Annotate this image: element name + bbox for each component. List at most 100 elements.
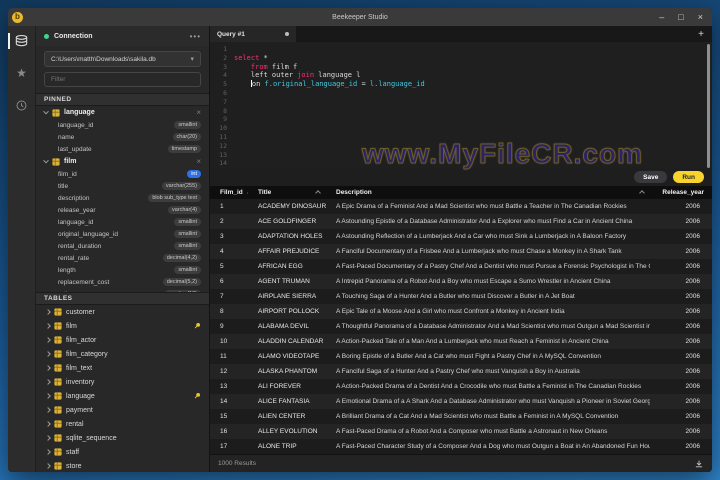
pinned-entity-header[interactable]: language × (36, 106, 209, 119)
cell-film-id[interactable]: 16 (210, 428, 248, 435)
code-area[interactable]: select * from film f left outer join lan… (230, 42, 712, 168)
pinned-column-row[interactable]: title varchar(255) (36, 180, 209, 192)
cell-description[interactable]: A Fast-Paced Character Study of a Compos… (326, 443, 650, 450)
pinned-column-row[interactable]: language_id smallint (36, 216, 209, 228)
cell-description[interactable]: A Action-Packed Tale of a Man And a Lumb… (326, 338, 650, 345)
sidebar-table-sqlite_sequence[interactable]: sqlite_sequence (36, 431, 209, 445)
cell-title[interactable]: ALADDIN CALENDAR (248, 338, 326, 345)
pinned-entity-header[interactable]: film × (36, 155, 209, 168)
pinned-column-row[interactable]: description blob sub_type text (36, 192, 209, 204)
pinned-column-row[interactable]: language_id smallint (36, 119, 209, 131)
result-row[interactable]: 3 ADAPTATION HOLES A Astounding Reflection… (210, 229, 712, 244)
result-row[interactable]: 1 ACADEMY DINOSAUR A Epic Drama of a Femin… (210, 199, 712, 214)
sort-icon[interactable] (639, 189, 645, 196)
cell-title[interactable]: ALIEN CENTER (248, 413, 326, 420)
database-select[interactable]: C:\Users\matth\Downloads\sakila.db ▾ (44, 51, 201, 67)
cell-title[interactable]: AIRPORT POLLOCK (248, 308, 326, 315)
cell-description[interactable]: A Epic Drama of a Feminist And a Mad Sci… (326, 203, 650, 210)
unpin-close-icon[interactable]: × (196, 108, 201, 117)
chevron-right-icon[interactable] (45, 435, 51, 441)
cell-title[interactable]: ACADEMY DINOSAUR (248, 203, 326, 210)
new-tab-button[interactable]: + (690, 26, 712, 42)
cell-title[interactable]: ALONE TRIP (248, 443, 326, 450)
cell-film-id[interactable]: 1 (210, 203, 248, 210)
sidebar-table-film_category[interactable]: film_category (36, 347, 209, 361)
cell-release-year[interactable]: 2006 (650, 368, 712, 375)
cell-description[interactable]: A Boring Epistle of a Butler And a Cat w… (326, 353, 650, 360)
column-header-film_id[interactable]: Film_id (210, 189, 248, 196)
close-button[interactable]: × (698, 12, 703, 22)
cell-release-year[interactable]: 2006 (650, 323, 712, 330)
run-button[interactable]: Run (673, 171, 704, 183)
chevron-right-icon[interactable] (45, 323, 51, 329)
cell-title[interactable]: AFFAIR PREJUDICE (248, 248, 326, 255)
cell-film-id[interactable]: 7 (210, 293, 248, 300)
cell-release-year[interactable]: 2006 (650, 383, 712, 390)
rail-favorites-button[interactable]: ★ (8, 62, 36, 84)
cell-film-id[interactable]: 17 (210, 443, 248, 450)
column-header-description[interactable]: Description (326, 189, 650, 196)
cell-release-year[interactable]: 2006 (650, 278, 712, 285)
cell-film-id[interactable]: 4 (210, 248, 248, 255)
result-row[interactable]: 7 AIRPLANE SIERRA A Touching Saga of a Hun… (210, 289, 712, 304)
sidebar-table-language[interactable]: language (36, 389, 209, 403)
cell-release-year[interactable]: 2006 (650, 353, 712, 360)
result-row[interactable]: 12 ALASKA PHANTOM A Fanciful Saga of a Hun… (210, 364, 712, 379)
cell-film-id[interactable]: 15 (210, 413, 248, 420)
sql-editor[interactable]: 1 2 3 4 5 6 7 8 9 10 11 12 13 14 select * from film f… (210, 42, 712, 168)
cell-title[interactable]: ALLEY EVOLUTION (248, 428, 326, 435)
cell-description[interactable]: A Action-Packed Drama of a Dentist And a… (326, 383, 650, 390)
cell-film-id[interactable]: 8 (210, 308, 248, 315)
cell-release-year[interactable]: 2006 (650, 203, 712, 210)
connection-menu-button[interactable]: ••• (190, 32, 201, 41)
cell-release-year[interactable]: 2006 (650, 413, 712, 420)
cell-description[interactable]: A Fanciful Saga of a Hunter And a Pastry… (326, 368, 650, 375)
maximize-button[interactable]: □ (678, 12, 683, 22)
chevron-right-icon[interactable] (45, 379, 51, 385)
cell-release-year[interactable]: 2006 (650, 233, 712, 240)
chevron-down-icon[interactable] (43, 108, 49, 114)
cell-film-id[interactable]: 5 (210, 263, 248, 270)
download-icon[interactable] (694, 459, 704, 469)
rail-history-button[interactable] (8, 94, 36, 116)
chevron-right-icon[interactable] (45, 421, 51, 427)
cell-release-year[interactable]: 2006 (650, 308, 712, 315)
cell-film-id[interactable]: 14 (210, 398, 248, 405)
cell-film-id[interactable]: 3 (210, 233, 248, 240)
chevron-right-icon[interactable] (45, 351, 51, 357)
cell-film-id[interactable]: 9 (210, 323, 248, 330)
cell-title[interactable]: AIRPLANE SIERRA (248, 293, 326, 300)
sidebar-table-rental[interactable]: rental (36, 417, 209, 431)
cell-film-id[interactable]: 10 (210, 338, 248, 345)
pinned-column-row[interactable]: original_language_id smallint (36, 228, 209, 240)
cell-description[interactable]: A Fanciful Documentary of a Frisbee And … (326, 248, 650, 255)
chevron-right-icon[interactable] (45, 407, 51, 413)
unpin-close-icon[interactable]: × (196, 157, 201, 166)
cell-film-id[interactable]: 13 (210, 383, 248, 390)
rail-database-button[interactable] (8, 30, 36, 52)
cell-film-id[interactable]: 6 (210, 278, 248, 285)
chevron-right-icon[interactable] (45, 449, 51, 455)
cell-release-year[interactable]: 2006 (650, 398, 712, 405)
cell-title[interactable]: ALABAMA DEVIL (248, 323, 326, 330)
pinned-column-row[interactable]: film_id int (36, 168, 209, 180)
chevron-right-icon[interactable] (45, 337, 51, 343)
minimize-button[interactable]: – (659, 12, 664, 22)
cell-release-year[interactable]: 2006 (650, 293, 712, 300)
result-row[interactable]: 6 AGENT TRUMAN A Intrepid Panorama of a Ro… (210, 274, 712, 289)
cell-release-year[interactable]: 2006 (650, 443, 712, 450)
cell-title[interactable]: ALASKA PHANTOM (248, 368, 326, 375)
result-row[interactable]: 8 AIRPORT POLLOCK A Epic Tale of a Moose A… (210, 304, 712, 319)
cell-title[interactable]: ALI FOREVER (248, 383, 326, 390)
result-row[interactable]: 16 ALLEY EVOLUTION A Fast-Paced Drama of a… (210, 424, 712, 439)
sidebar-table-store[interactable]: store (36, 459, 209, 472)
result-row[interactable]: 10 ALADDIN CALENDAR A Action-Packed Tale o… (210, 334, 712, 349)
chevron-right-icon[interactable] (45, 393, 51, 399)
cell-title[interactable]: ACE GOLDFINGER (248, 218, 326, 225)
cell-description[interactable]: A Brilliant Drama of a Cat And a Mad Sci… (326, 413, 650, 420)
cell-film-id[interactable]: 11 (210, 353, 248, 360)
cell-description[interactable]: A Intrepid Panorama of a Robot And a Boy… (326, 278, 650, 285)
editor-scrollbar[interactable] (707, 44, 710, 168)
pinned-column-row[interactable]: release_year varchar(4) (36, 204, 209, 216)
pinned-column-row[interactable]: length smallint (36, 264, 209, 276)
